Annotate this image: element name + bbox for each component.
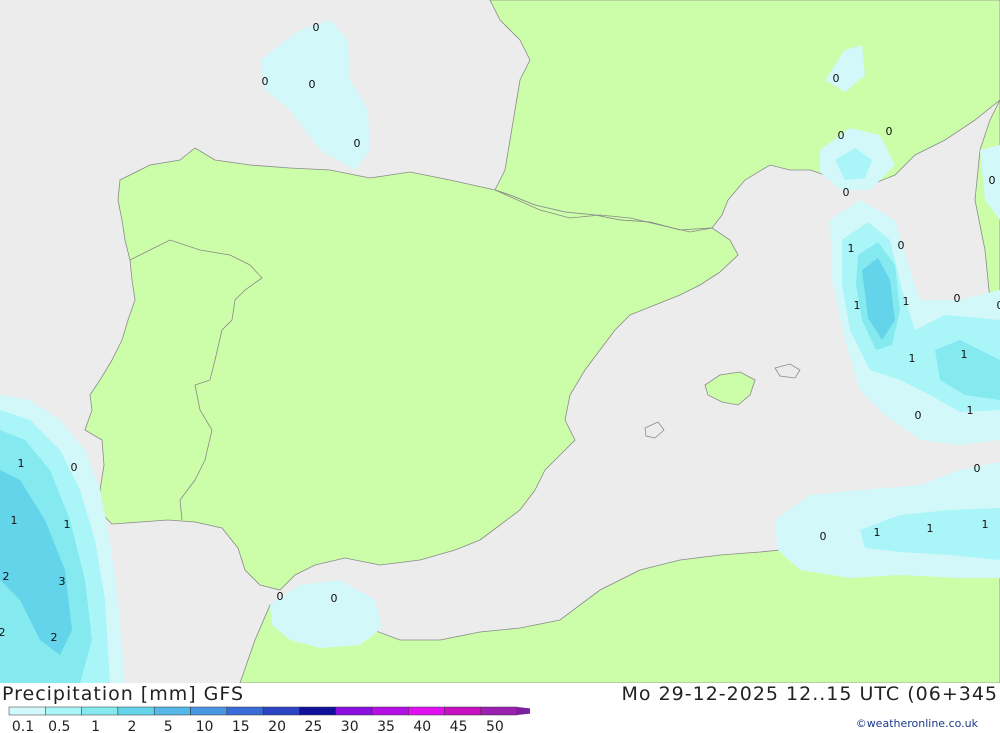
contour-label: 0	[898, 239, 905, 252]
legend-tick-label: 30	[341, 719, 359, 733]
contour-label: 0	[313, 21, 320, 34]
legend-tick-label: 5	[164, 719, 173, 733]
contour-label: 1	[927, 522, 934, 535]
contour-label: 1	[18, 457, 25, 470]
legend-swatch	[480, 706, 518, 716]
contour-label: 0	[843, 186, 850, 199]
contour-label: 1	[848, 242, 855, 255]
contour-label: 2	[0, 626, 6, 639]
legend-tick-label: 0.1	[12, 719, 34, 733]
legend-swatch	[444, 706, 482, 716]
legend-swatch	[371, 706, 409, 716]
legend-tick-label: 1	[91, 719, 100, 733]
legend-swatch	[117, 706, 155, 716]
contour-label: 0	[886, 125, 893, 138]
legend-tick-label: 15	[232, 719, 250, 733]
legend-tick-label: 0.5	[48, 719, 70, 733]
legend-swatch	[81, 706, 119, 716]
contour-label: 1	[64, 518, 71, 531]
contour-label: 0	[997, 299, 1000, 312]
legend-tick-label: 40	[413, 719, 431, 733]
contour-label: 0	[262, 75, 269, 88]
contour-label: 0	[954, 292, 961, 305]
valid-time: Mo 29-12-2025 12..15 UTC (06+345	[621, 683, 998, 705]
contour-label: 2	[51, 631, 58, 644]
contour-label: 0	[331, 592, 338, 605]
contour-label: 2	[3, 570, 10, 583]
legend-swatch	[226, 706, 264, 716]
legend-arrow	[517, 707, 530, 715]
contour-label: 1	[903, 295, 910, 308]
contour-label: 0	[820, 530, 827, 543]
contour-label: 1	[967, 404, 974, 417]
contour-label: 1	[909, 352, 916, 365]
legend-swatch	[335, 706, 373, 716]
contour-label: 0	[833, 72, 840, 85]
legend-swatch	[408, 706, 445, 716]
contour-label: 0	[277, 590, 284, 603]
contour-label: 0	[71, 461, 78, 474]
contour-label: 3	[59, 575, 66, 588]
contour-label: 1	[982, 518, 989, 531]
precipitation-map: 0 0 0 0 0 0 0 0 0 0 1 0 1 1 0 1 1 0 1 0 …	[0, 0, 1000, 684]
legend-swatch	[45, 706, 82, 716]
color-legend: 0.1 0.5 1 2 5 10 15 20 25 30 35 40 45 50	[8, 706, 530, 733]
legend-swatches	[8, 706, 530, 716]
credit-link[interactable]: ©weatheronline.co.uk	[856, 717, 978, 730]
legend-tick-label: 50	[486, 719, 504, 733]
contour-label: 0	[915, 409, 922, 422]
legend-swatch	[153, 706, 191, 716]
contour-label: 0	[989, 174, 996, 187]
legend-tick-label: 2	[127, 719, 136, 733]
contour-label: 1	[11, 514, 18, 527]
contour-label: 0	[354, 137, 361, 150]
legend-swatch	[299, 706, 336, 716]
contour-label: 1	[854, 299, 861, 312]
legend-ticks: 0.1 0.5 1 2 5 10 15 20 25 30 35 40 45 50	[12, 719, 504, 733]
legend-tick-label: 20	[268, 719, 286, 733]
contour-label: 0	[974, 462, 981, 475]
legend-tick-label: 10	[196, 719, 214, 733]
legend-swatch	[8, 706, 46, 716]
contour-label: 1	[874, 526, 881, 539]
contour-label: 0	[838, 129, 845, 142]
legend-swatch	[262, 706, 300, 716]
contour-label: 1	[961, 348, 968, 361]
legend-swatch	[190, 706, 228, 716]
legend-tick-label: 35	[377, 719, 395, 733]
contour-label: 0	[309, 78, 316, 91]
footer-bar: Precipitation [mm] GFS Mo 29-12-2025 12.…	[0, 683, 1000, 733]
legend-tick-label: 25	[304, 719, 322, 733]
legend-tick-label: 45	[450, 719, 468, 733]
map-title: Precipitation [mm] GFS	[2, 683, 245, 705]
